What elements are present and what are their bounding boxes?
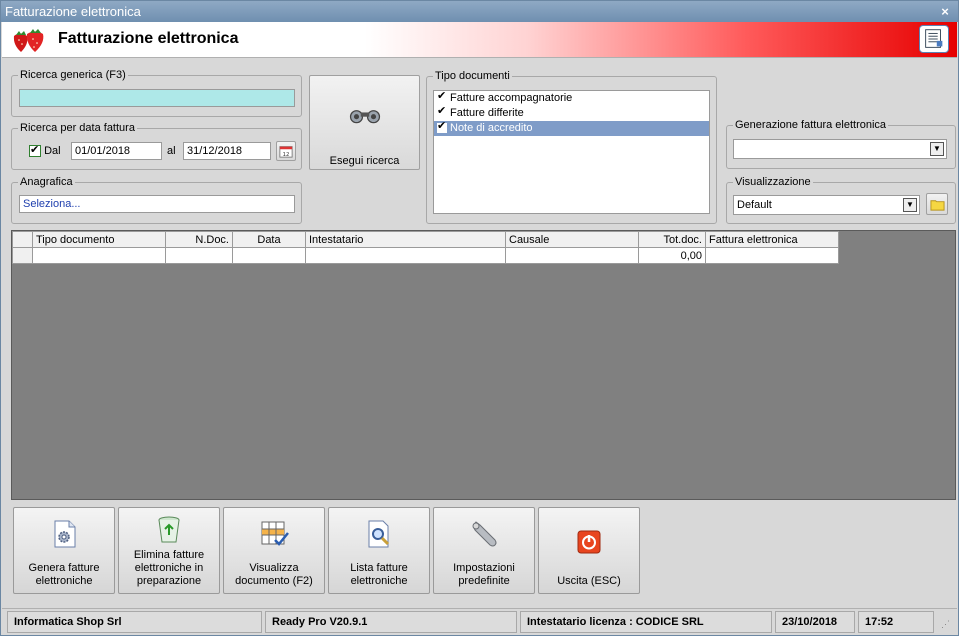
dal-label: Dal — [44, 145, 61, 158]
doc-types-list[interactable]: Fatture accompagnatorie Fatture differit… — [433, 89, 710, 214]
folder-icon — [929, 200, 945, 211]
impostazioni-button[interactable]: Impostazioni predefinite — [433, 507, 535, 594]
menu-button[interactable] — [919, 25, 949, 53]
row-indicator-header — [12, 231, 33, 248]
chevron-down-icon[interactable]: ▼ — [903, 198, 917, 212]
elimina-fatture-button[interactable]: Elimina fatture elettroniche in preparaz… — [118, 507, 220, 594]
view-select[interactable]: Default ▼ — [733, 195, 920, 215]
doc-type-label: Fatture accompagnatorie — [450, 92, 573, 104]
gear-document-icon — [54, 520, 76, 548]
list-icon — [925, 29, 943, 48]
window-title: Fatturazione elettronica — [5, 4, 141, 19]
column-header[interactable]: Causale — [505, 231, 639, 248]
view-group: Visualizzazione Default ▼ — [726, 176, 956, 224]
strawberry-icon — [13, 29, 44, 52]
doc-type-label: Note di accredito — [450, 122, 533, 134]
resize-grip-icon[interactable]: ⋰ — [941, 619, 951, 629]
doc-type-item[interactable]: Fatture differite — [434, 104, 709, 121]
doc-type-checkbox[interactable] — [437, 104, 447, 119]
status-version: Ready Pro V20.9.1 — [265, 611, 517, 633]
visualizza-documento-button[interactable]: Visualizza documento (F2) — [223, 507, 325, 594]
status-date: 23/10/2018 — [775, 611, 855, 633]
doc-type-item[interactable]: Fatture accompagnatorie — [434, 89, 709, 106]
svg-text:12: 12 — [283, 152, 290, 158]
genera-fatture-button[interactable]: Genera fatture elettroniche — [13, 507, 115, 594]
column-header[interactable]: Intestatario — [305, 231, 506, 248]
chevron-down-icon[interactable]: ▼ — [930, 142, 944, 156]
table-header-row: Tipo documento N.Doc. Data Intestatario … — [12, 231, 839, 248]
row-indicator[interactable] — [12, 247, 33, 264]
search-button[interactable]: Esegui ricerca — [309, 75, 420, 170]
lista-fatture-label: Lista fatture elettroniche — [350, 562, 408, 587]
doc-type-item[interactable]: Note di accredito — [434, 119, 709, 136]
recycle-bin-icon — [158, 516, 180, 543]
al-label: al — [167, 145, 176, 157]
wrench-icon — [472, 521, 497, 547]
status-company: Informatica Shop Srl — [7, 611, 262, 633]
table-cell[interactable] — [232, 247, 306, 264]
anagrafica-group: Anagrafica Seleziona... — [11, 176, 302, 224]
power-icon — [577, 530, 601, 554]
column-header[interactable]: Fattura elettronica — [705, 231, 839, 248]
uscita-button[interactable]: Uscita (ESC) — [538, 507, 640, 594]
view-value: Default — [737, 199, 772, 211]
generic-search-input[interactable] — [19, 89, 295, 107]
status-bar: Informatica Shop Srl Ready Pro V20.9.1 I… — [2, 608, 957, 635]
search-button-label: Esegui ricerca — [329, 155, 400, 167]
table-cell[interactable] — [505, 247, 639, 264]
elimina-fatture-label: Elimina fatture elettroniche in preparaz… — [133, 549, 205, 587]
column-header[interactable]: Data — [232, 231, 306, 248]
view-folder-button[interactable] — [926, 193, 948, 215]
table-cell[interactable]: 0,00 — [638, 247, 706, 264]
doc-type-checkbox[interactable] — [437, 89, 447, 104]
genera-fatture-label: Genera fatture elettroniche — [28, 562, 100, 587]
generation-label: Generazione fattura elettronica — [733, 119, 889, 131]
date-search-group: Ricerca per data fattura Dal 01/01/2018 … — [11, 122, 302, 170]
column-header[interactable]: Tot.doc. — [638, 231, 706, 248]
generic-search-group: Ricerca generica (F3) — [11, 69, 302, 117]
uscita-label: Uscita (ESC) — [557, 575, 621, 587]
generic-search-label: Ricerca generica (F3) — [18, 69, 128, 81]
status-time: 17:52 — [858, 611, 934, 633]
table-cell[interactable] — [165, 247, 233, 264]
calendar-icon: 12 — [279, 146, 293, 158]
table-cell[interactable] — [305, 247, 506, 264]
anagrafica-input[interactable]: Seleziona... — [19, 195, 295, 213]
anagrafica-label: Anagrafica — [18, 176, 75, 188]
doc-types-group: Tipo documenti Fatture accompagnatorie F… — [426, 70, 717, 224]
date-from-input[interactable]: 01/01/2018 — [71, 142, 162, 160]
documents-table: Tipo documento N.Doc. Data Intestatario … — [12, 231, 839, 264]
dal-checkbox-wrap[interactable]: Dal — [29, 143, 61, 158]
column-header[interactable]: N.Doc. — [165, 231, 233, 248]
banner-title: Fatturazione elettronica — [58, 30, 239, 47]
doc-type-checkbox[interactable] — [437, 119, 447, 134]
documents-grid[interactable]: Tipo documento N.Doc. Data Intestatario … — [11, 230, 956, 500]
generation-select[interactable]: ▼ — [733, 139, 947, 159]
doc-type-label: Fatture differite — [450, 107, 524, 119]
visualizza-documento-label: Visualizza documento (F2) — [235, 562, 313, 587]
view-label: Visualizzazione — [733, 176, 813, 188]
table-cell[interactable] — [705, 247, 839, 264]
table-cell[interactable] — [32, 247, 166, 264]
date-to-input[interactable]: 31/12/2018 — [183, 142, 271, 160]
dal-checkbox[interactable] — [29, 143, 41, 158]
main-window: Fatturazione elettronica × Fatturazione … — [0, 0, 959, 636]
generation-group: Generazione fattura elettronica ▼ — [726, 119, 956, 169]
document-search-icon — [368, 520, 390, 548]
impostazioni-label: Impostazioni predefinite — [453, 562, 515, 587]
doc-types-label: Tipo documenti — [433, 70, 512, 82]
lista-fatture-button[interactable]: Lista fatture elettroniche — [328, 507, 430, 594]
status-license: Intestatario licenza : CODICE SRL — [520, 611, 772, 633]
binoculars-icon — [349, 110, 381, 124]
title-bar: Fatturazione elettronica × — [1, 1, 958, 22]
date-search-label: Ricerca per data fattura — [18, 122, 137, 134]
table-row[interactable]: 0,00 — [12, 247, 839, 264]
calendar-button[interactable]: 12 — [276, 141, 296, 161]
close-icon[interactable]: × — [938, 1, 952, 22]
table-check-icon — [261, 521, 289, 546]
column-header[interactable]: Tipo documento — [32, 231, 166, 248]
header-banner: Fatturazione elettronica — [2, 22, 957, 58]
